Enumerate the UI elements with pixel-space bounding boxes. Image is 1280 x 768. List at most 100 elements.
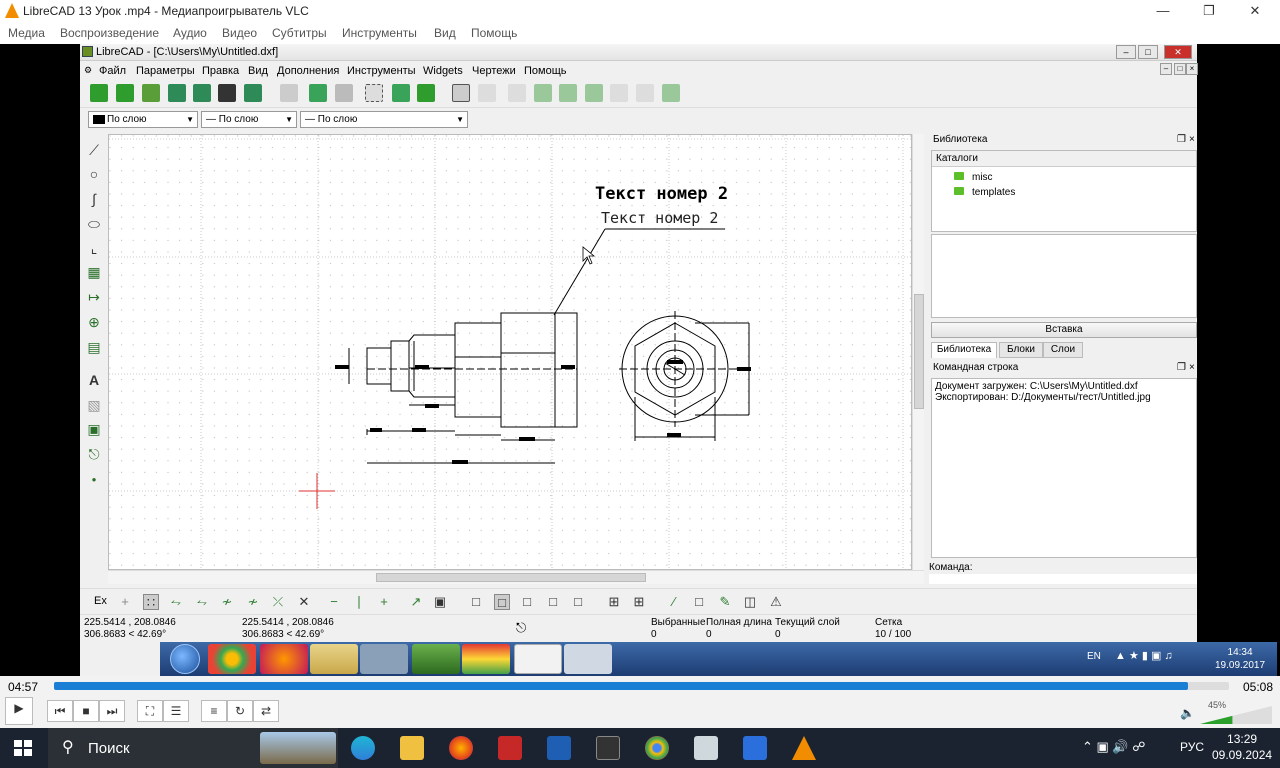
open-file-icon[interactable] (142, 84, 160, 102)
zoom-window-icon[interactable] (636, 84, 654, 102)
vlc-icon[interactable] (792, 736, 816, 760)
view-print-icon[interactable]: □ (545, 594, 561, 610)
view-normal-icon[interactable]: □ (468, 594, 484, 610)
new-file-icon[interactable] (90, 84, 108, 102)
view-draft-icon[interactable]: □ (494, 594, 510, 610)
tab-layers[interactable]: Слои (1043, 342, 1083, 358)
close-button[interactable]: ✕ (1232, 0, 1278, 22)
zoom-out-icon[interactable] (559, 84, 577, 102)
calculator-icon[interactable] (694, 736, 718, 760)
pen-icon[interactable]: ✎ (717, 594, 733, 610)
zoom-previous-icon[interactable] (610, 84, 628, 102)
measure-tool-icon[interactable]: ▤ (86, 339, 102, 355)
zoom-in-icon[interactable] (534, 84, 552, 102)
select-pointer-icon[interactable] (280, 84, 298, 102)
grid-toggle-icon[interactable] (452, 84, 470, 102)
snap-grid-icon[interactable]: ∷ (143, 594, 159, 610)
word-icon[interactable] (547, 736, 571, 760)
save-as-icon[interactable] (193, 84, 211, 102)
minimize-button[interactable]: — (1140, 0, 1186, 22)
circle-tool-icon[interactable]: ○ (86, 166, 102, 182)
stop-button[interactable]: ■ (73, 700, 99, 722)
hatch-area-icon[interactable]: ▧ (86, 397, 102, 413)
view-preview-icon[interactable]: □ (519, 594, 535, 610)
measure-line-icon[interactable]: ∕ (666, 594, 682, 610)
canvas-horizontal-scrollbar[interactable] (108, 570, 924, 584)
snap-entity-icon[interactable]: ⥊ (194, 594, 210, 610)
image-tool-icon[interactable]: ▣ (86, 421, 102, 437)
language-indicator[interactable]: РУС (1180, 740, 1204, 754)
tab-library[interactable]: Библиотека (931, 342, 997, 358)
tab-blocks[interactable]: Блоки (999, 342, 1043, 358)
print-preview-icon[interactable] (244, 84, 262, 102)
add-block-icon[interactable] (417, 84, 435, 102)
volume-control[interactable]: 🔈 45% (1180, 700, 1272, 724)
doc-restore-button[interactable]: □ (1174, 63, 1186, 75)
canvas-vertical-scrollbar[interactable] (912, 134, 924, 570)
paste-icon[interactable] (335, 84, 353, 102)
menu-help[interactable]: Помощь (471, 26, 517, 40)
copy-block-icon[interactable]: ◫ (742, 594, 758, 610)
taskbar-clock[interactable]: 13:29 09.09.2024 (1212, 731, 1272, 763)
menu-audio[interactable]: Аудио (173, 26, 207, 40)
lc-menu-file[interactable]: Файл (99, 65, 126, 77)
play-button[interactable]: ▶ (5, 697, 33, 725)
print-icon[interactable] (218, 84, 236, 102)
point-tool-icon[interactable]: ● (86, 472, 102, 488)
tray-icons[interactable]: ⌃ ▣ 🔊 ☍ (1082, 739, 1145, 755)
ellipse-tool-icon[interactable]: ⬭ (86, 216, 102, 232)
new-template-icon[interactable] (116, 84, 134, 102)
drawing-canvas[interactable]: Текст номер 2 Текст номер 2 (108, 134, 912, 570)
spline-tool-icon[interactable]: ∫ (86, 191, 102, 207)
file-explorer-icon[interactable] (400, 736, 424, 760)
menu-view[interactable]: Вид (434, 26, 456, 40)
lock-relative-zero-icon[interactable]: ▣ (432, 594, 448, 610)
lc-close-button[interactable]: ✕ (1164, 45, 1192, 59)
snap-intersection-icon[interactable]: ✕ (296, 594, 312, 610)
shuffle-button[interactable]: ⇄ (253, 700, 279, 722)
menu-video[interactable]: Видео (222, 26, 257, 40)
menu-subtitles[interactable]: Субтитры (272, 26, 327, 40)
color-combo[interactable]: По слою ▼ (88, 111, 198, 128)
select-window-icon[interactable] (365, 84, 383, 102)
snap-middle-icon[interactable]: ≁ (245, 594, 261, 610)
float-icon[interactable]: ❐ (1177, 360, 1186, 376)
volume-slider[interactable] (1200, 706, 1272, 724)
lc-menu-plugins[interactable]: Дополнения (277, 65, 339, 77)
playlist-button[interactable]: ≡ (201, 700, 227, 722)
zoom-auto-icon[interactable] (585, 84, 603, 102)
firefox-icon[interactable] (449, 736, 473, 760)
command-input[interactable] (929, 574, 1197, 584)
text-tool-icon[interactable]: A (86, 372, 102, 388)
snap-distance-icon[interactable]: ⤫ (270, 594, 286, 610)
doc-minimize-button[interactable]: – (1160, 63, 1172, 75)
insert-button[interactable]: Вставка (931, 322, 1197, 338)
lc-menu-edit[interactable]: Правка (202, 65, 239, 77)
lc-menu-view[interactable]: Вид (248, 65, 268, 77)
loop-button[interactable]: ↻ (227, 700, 253, 722)
snap-endpoint-icon[interactable]: ⥊ (168, 594, 184, 610)
speaker-icon[interactable]: 🔈 (1180, 706, 1195, 720)
warning-icon[interactable]: ⚠ (768, 594, 784, 610)
terminal-icon[interactable] (596, 736, 620, 760)
draft-icon[interactable] (478, 84, 496, 102)
extended-settings-button[interactable]: ☰ (163, 700, 189, 722)
modify-tool-icon[interactable]: ⊕ (86, 314, 102, 330)
tree-item-misc[interactable]: misc (954, 172, 993, 183)
maximize-button[interactable]: ❐ (1186, 0, 1232, 22)
save-icon[interactable] (168, 84, 186, 102)
tree-item-templates[interactable]: templates (954, 187, 1015, 198)
hscroll-thumb[interactable] (376, 573, 646, 582)
measure-area-icon[interactable]: □ (691, 594, 707, 610)
relative-zero-icon[interactable]: ↗ (408, 594, 424, 610)
block-tool-icon[interactable]: ⎋ (86, 446, 102, 462)
lc-menu-drawings[interactable]: Чертежи (472, 65, 516, 77)
float-icon[interactable]: ❐ (1177, 132, 1186, 148)
pocket-icon[interactable] (743, 736, 767, 760)
doc-close-button[interactable]: × (1186, 63, 1198, 75)
lc-menu-options[interactable]: Параметры (136, 65, 195, 77)
hatch-tool-icon[interactable]: ▦ (86, 264, 102, 280)
seek-bar[interactable] (54, 682, 1229, 690)
redraw-icon[interactable] (508, 84, 526, 102)
snap-exclusive-toggle[interactable]: Ex (94, 595, 107, 607)
